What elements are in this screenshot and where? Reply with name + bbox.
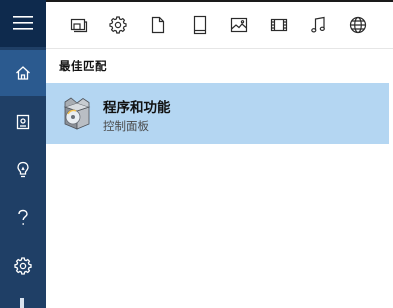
- filter-videos-button[interactable]: [267, 13, 291, 37]
- app-window-icon: [70, 18, 88, 33]
- rail-scroll-indicator: [20, 298, 24, 308]
- filter-tablet-button[interactable]: [188, 13, 212, 37]
- home-button[interactable]: [0, 50, 46, 96]
- programs-and-features-icon: [63, 97, 91, 130]
- top-border: [46, 0, 393, 2]
- cortana-search-panel: 最佳匹配 程序和功能 控制面板: [0, 0, 393, 308]
- left-rail: [0, 0, 46, 308]
- filter-apps-button[interactable]: [67, 13, 91, 37]
- filter-settings-button[interactable]: [106, 13, 130, 37]
- question-icon: [18, 209, 28, 225]
- filter-bar-divider: [46, 48, 393, 49]
- tablet-icon: [193, 15, 207, 35]
- result-subtitle: 控制面板: [103, 119, 149, 133]
- home-icon: [16, 66, 30, 80]
- document-icon: [151, 16, 165, 34]
- filter-documents-button[interactable]: [146, 13, 170, 37]
- film-icon: [270, 18, 288, 32]
- notebook-button[interactable]: [0, 99, 46, 145]
- filter-music-button[interactable]: [306, 13, 330, 37]
- hamburger-icon: [13, 16, 33, 30]
- music-note-icon: [311, 16, 325, 33]
- picture-icon: [230, 17, 248, 33]
- search-filter-bar: [46, 0, 393, 48]
- lightbulb-icon: [17, 161, 29, 178]
- best-match-heading: 最佳匹配: [59, 59, 107, 73]
- result-title: 程序和功能: [103, 100, 171, 116]
- gear-icon: [14, 257, 32, 275]
- filter-web-button[interactable]: [346, 13, 370, 37]
- best-match-result[interactable]: 程序和功能 控制面板: [46, 83, 389, 144]
- filter-photos-button[interactable]: [227, 13, 251, 37]
- notebook-icon: [16, 114, 30, 130]
- gear-icon: [109, 16, 127, 34]
- tips-button[interactable]: [0, 147, 46, 193]
- help-button[interactable]: [0, 195, 46, 241]
- settings-button[interactable]: [0, 243, 46, 289]
- hamburger-menu-button[interactable]: [0, 0, 46, 46]
- globe-icon: [349, 16, 367, 34]
